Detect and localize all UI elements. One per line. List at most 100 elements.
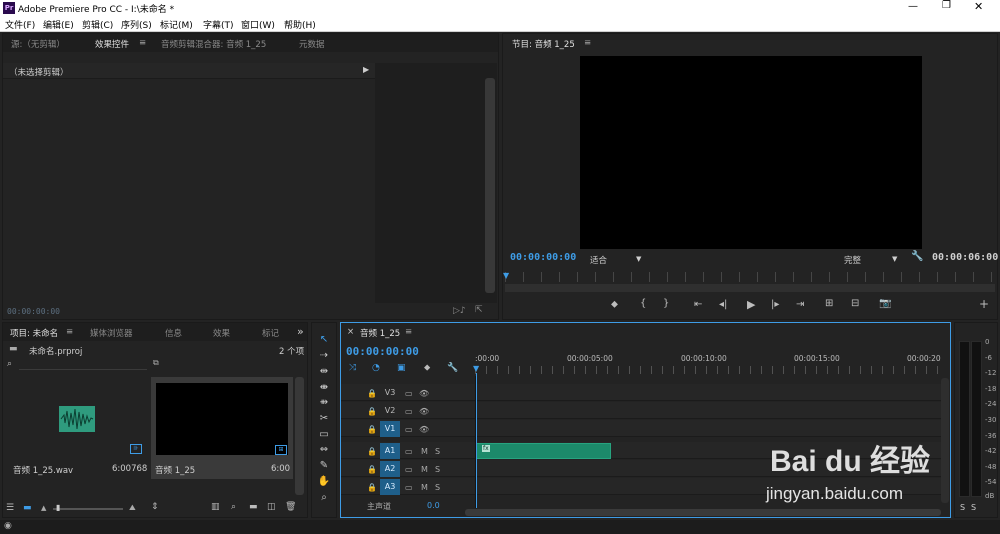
menu-window[interactable]: 窗口(W) (241, 18, 275, 31)
rolling-edit-tool-icon[interactable]: ⇼ (316, 382, 332, 393)
meter-solo-right[interactable]: S (971, 503, 976, 512)
sync-lock-icon[interactable]: ▭ (405, 389, 413, 398)
track-name-a3[interactable]: A3 (380, 479, 400, 495)
lock-icon[interactable]: 🔒 (367, 483, 377, 492)
export-icon[interactable]: ⇱ (475, 305, 483, 315)
tab-effect-controls[interactable]: 效果控件 (95, 38, 129, 50)
step-back-icon[interactable]: ◂| (719, 299, 727, 310)
mute-button[interactable]: M (421, 465, 428, 474)
solo-button[interactable]: S (435, 447, 440, 456)
settings-wrench-icon[interactable]: 🔧 (911, 251, 923, 262)
search-icon[interactable]: ⌕ (7, 359, 12, 369)
menu-clip[interactable]: 剪辑(C) (82, 18, 113, 31)
sync-lock-icon[interactable]: ▭ (405, 465, 413, 474)
fit-dropdown[interactable]: 适合 (590, 254, 607, 266)
tab-media-browser[interactable]: 媒体浏览器 (90, 327, 133, 339)
timeline-menu-icon[interactable]: ≡ (405, 327, 412, 337)
tab-info[interactable]: 信息 (165, 327, 182, 339)
razor-tool-icon[interactable]: ✂ (316, 413, 332, 424)
fit-dropdown-arrow-icon[interactable]: ▼ (636, 255, 641, 263)
thumbnail-zoom-slider[interactable] (53, 508, 123, 510)
rate-stretch-tool-icon[interactable]: ⇻ (316, 397, 332, 408)
go-to-in-icon[interactable]: ⇤ (694, 299, 702, 310)
eye-icon[interactable]: 👁 (419, 389, 429, 398)
nest-toggle-icon[interactable]: ⤨ (349, 363, 356, 373)
slip-tool-icon[interactable]: ▭ (316, 429, 332, 440)
zoom-tool-icon[interactable]: ⌕ (316, 492, 332, 503)
solo-button[interactable]: S (435, 483, 440, 492)
selection-tool-icon[interactable]: ↖ (316, 334, 332, 345)
program-timecode[interactable]: 00:00:00:00 (510, 252, 576, 263)
track-v2[interactable] (341, 402, 941, 419)
list-view-icon[interactable]: ☰ (6, 503, 14, 513)
menu-file[interactable]: 文件(F) (5, 18, 35, 31)
solo-button[interactable]: S (435, 465, 440, 474)
close-sequence-icon[interactable]: × (347, 327, 354, 337)
eye-icon[interactable]: 👁 (419, 425, 429, 434)
project-menu-icon[interactable]: ≡ (66, 327, 73, 337)
tab-program[interactable]: 节目: 音频 1_25 (512, 38, 575, 50)
go-to-out-icon[interactable]: ⇥ (796, 299, 804, 310)
pen-tool-icon[interactable]: ✎ (316, 460, 332, 471)
quality-dropdown[interactable]: 完整 (844, 254, 861, 266)
track-v3[interactable] (341, 384, 941, 401)
menu-marker[interactable]: 标记(M) (160, 18, 193, 31)
program-menu-icon[interactable]: ≡ (584, 38, 591, 48)
step-forward-icon[interactable]: |▸ (771, 299, 779, 310)
mark-out-icon[interactable]: } (663, 298, 669, 309)
timeline-timecode[interactable]: 00:00:00:00 (346, 345, 419, 358)
export-frame-camera-icon[interactable]: 📷 (879, 298, 891, 309)
sync-lock-icon[interactable]: ▭ (405, 425, 413, 434)
tab-source[interactable]: 源:（无剪辑） (11, 38, 65, 50)
project-scrollbar[interactable] (295, 377, 304, 495)
expand-arrow-icon[interactable]: ▶ (363, 65, 369, 74)
status-eye-icon[interactable]: ◉ (4, 521, 12, 531)
mute-button[interactable]: M (421, 447, 428, 456)
project-item-audio-wav[interactable]: ⊪ (7, 378, 149, 478)
slide-tool-icon[interactable]: ⇔ (316, 444, 332, 455)
lock-icon[interactable]: 🔒 (367, 407, 377, 416)
track-name-a2[interactable]: A2 (380, 461, 400, 477)
menu-help[interactable]: 帮助(H) (284, 18, 316, 31)
timeline-settings-icon[interactable]: 🔧 (447, 363, 458, 373)
meter-solo-left[interactable]: S (960, 503, 965, 512)
tab-metadata[interactable]: 元数据 (299, 38, 325, 50)
lock-icon[interactable]: 🔒 (367, 447, 377, 456)
add-marker-timeline-icon[interactable]: ⬥ (424, 363, 430, 373)
track-name-v1[interactable]: V1 (380, 421, 400, 437)
tab-project[interactable]: 项目: 未命名 (10, 327, 58, 339)
panel-menu-icon[interactable]: ≡ (139, 38, 146, 48)
eye-icon[interactable]: 👁 (419, 407, 429, 416)
audio-clip[interactable]: fx (476, 443, 611, 459)
search-input[interactable] (19, 359, 147, 370)
close-window-button[interactable]: ✕ (974, 0, 983, 13)
new-bin-icon[interactable]: ▬ (249, 502, 258, 512)
quality-dropdown-arrow-icon[interactable]: ▼ (892, 255, 897, 263)
icon-view-icon[interactable]: ▬ (23, 503, 32, 513)
button-editor-plus-icon[interactable]: + (979, 297, 989, 311)
ripple-edit-tool-icon[interactable]: ⇹ (316, 366, 332, 377)
menu-sequence[interactable]: 序列(S) (121, 18, 152, 31)
effect-controls-scrollbar[interactable] (485, 78, 495, 293)
restore-button[interactable]: ❐ (942, 0, 951, 11)
zoom-slider-handle-icon[interactable]: ▮ (56, 503, 60, 512)
play-icon[interactable]: ▶ (747, 298, 755, 311)
track-select-tool-icon[interactable]: ⇢ (316, 350, 332, 361)
track-name-a1[interactable]: A1 (380, 443, 400, 459)
sync-lock-icon[interactable]: ▭ (405, 483, 413, 492)
new-item-icon[interactable]: ◫ (267, 502, 276, 512)
sync-lock-icon[interactable]: ▭ (405, 407, 413, 416)
menu-title[interactable]: 字幕(T) (203, 18, 234, 31)
lock-icon[interactable]: 🔒 (367, 389, 377, 398)
find-icon[interactable]: ⌕ (231, 502, 236, 512)
sync-lock-icon[interactable]: ▭ (405, 447, 413, 456)
program-time-ruler[interactable] (505, 272, 995, 282)
snap-icon[interactable]: ◔ (372, 363, 380, 373)
menu-edit[interactable]: 编辑(E) (43, 18, 74, 31)
program-playhead-icon[interactable]: ▼ (503, 271, 509, 280)
extract-icon[interactable]: ⊟ (851, 298, 859, 309)
add-marker-icon[interactable]: ⬥ (611, 299, 618, 310)
master-track-value[interactable]: 0.0 (427, 501, 440, 510)
lock-icon[interactable]: 🔒 (367, 465, 377, 474)
sort-icon[interactable]: ⇕ (151, 502, 159, 512)
